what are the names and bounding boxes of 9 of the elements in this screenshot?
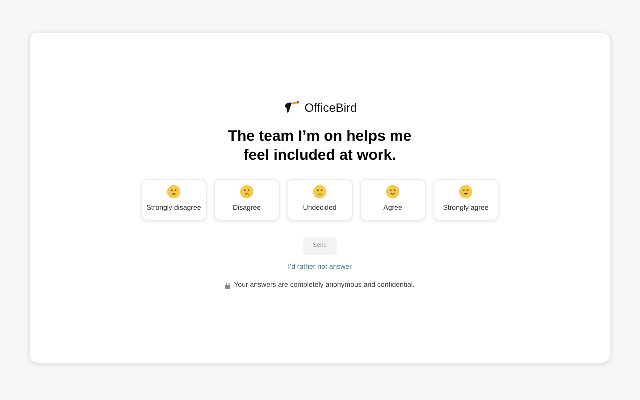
emoji-face-icon <box>459 185 473 200</box>
emoji-face-icon <box>313 185 327 200</box>
emoji-face-icon <box>167 185 181 200</box>
bird-logo-icon <box>282 100 301 116</box>
survey-question: The team I’m on helps me feel included at work. <box>227 127 413 165</box>
lock-icon <box>225 282 232 289</box>
emoji-face-icon <box>386 185 400 200</box>
emoji-face-icon <box>240 185 254 200</box>
brand-name: OfficeBird <box>304 100 358 117</box>
